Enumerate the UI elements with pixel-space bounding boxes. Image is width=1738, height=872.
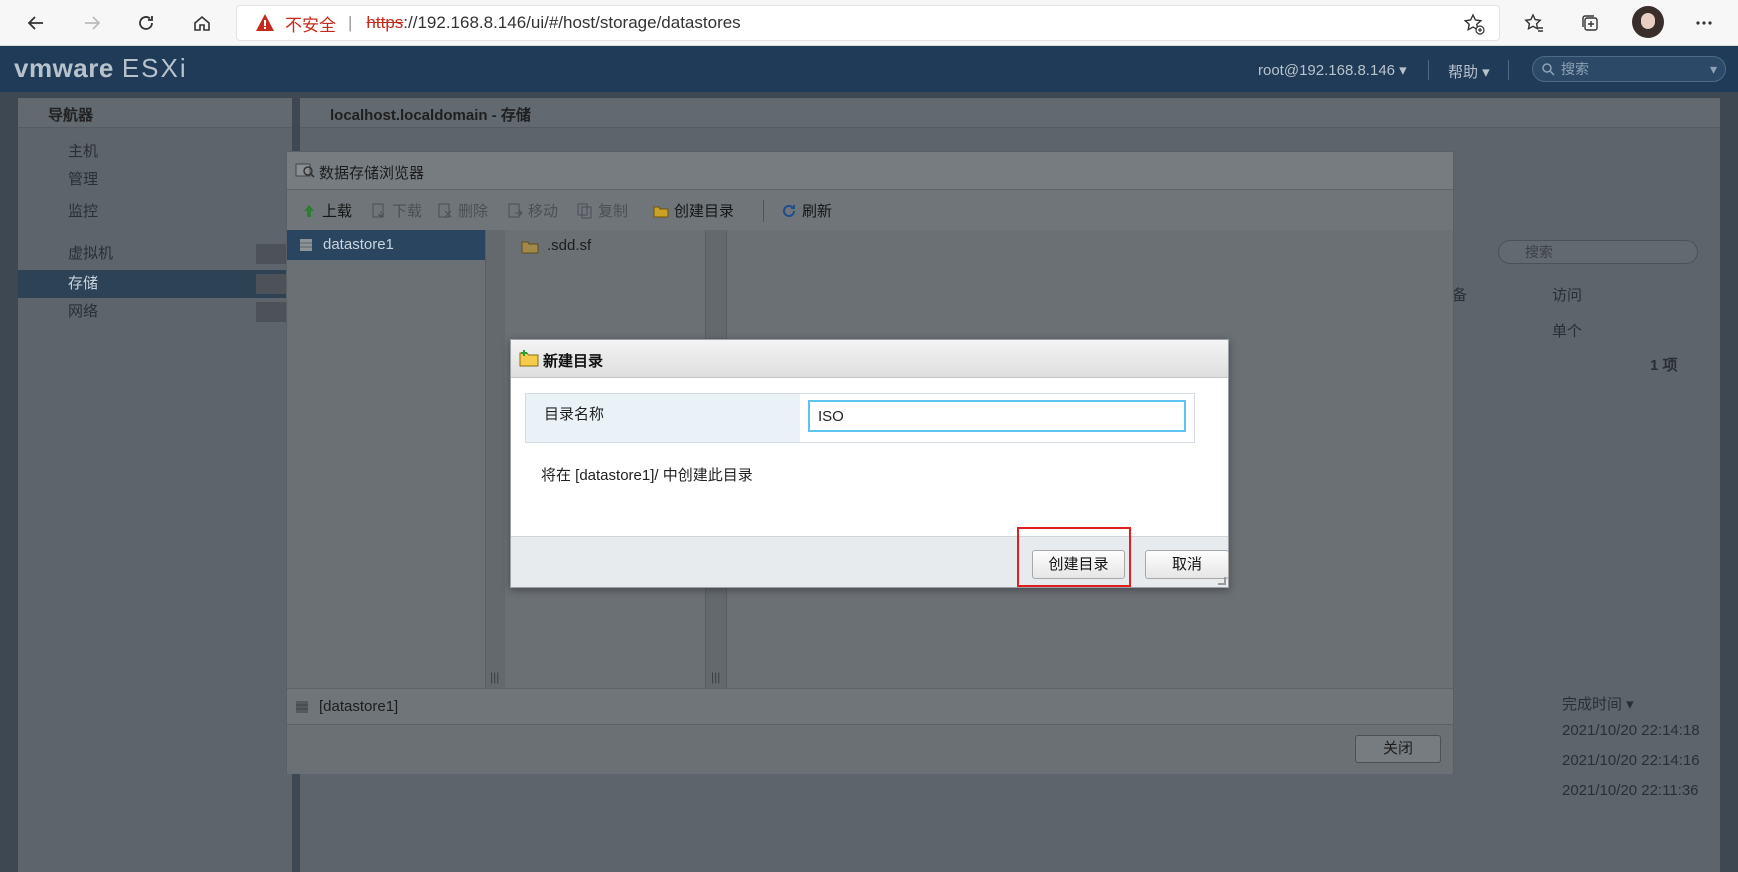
address-bar[interactable]: 不安全 | https ://192.168.8.146/ui/#/host/s… [236, 5, 1500, 41]
collections-icon[interactable] [1574, 7, 1606, 39]
highlight-annotation [1017, 527, 1131, 587]
new-directory-dialog: 新建目录 目录名称 将在 [datastore1]/ 中创建此目录 创建目录 取… [510, 339, 1229, 588]
profile-avatar[interactable] [1632, 6, 1664, 38]
nav-item-monitor[interactable]: 监控 [18, 198, 292, 226]
vmware-logo: vmware ESXi [14, 53, 188, 83]
back-icon[interactable] [20, 7, 52, 39]
copy-icon [577, 203, 593, 219]
delete-icon [437, 203, 453, 219]
insecure-label: 不安全 [285, 15, 336, 35]
search-placeholder: 搜索 [1561, 61, 1589, 77]
help-menu[interactable]: 帮助 ▾ [1448, 61, 1490, 82]
task-time: 2021/10/20 22:14:16 [1562, 752, 1700, 769]
esxi-header: vmware ESXi root@192.168.8.146 ▾ 帮助 ▾ 搜索 … [0, 46, 1738, 92]
download-button: 下载 [371, 200, 422, 221]
copy-button: 复制 [577, 200, 628, 221]
delete-button: 删除 [437, 200, 488, 221]
esxi-search-input[interactable]: 搜索 ▾ [1532, 56, 1726, 82]
refresh-button[interactable]: 刷新 [781, 200, 832, 221]
move-button: 移动 [507, 200, 558, 221]
refresh-icon[interactable] [130, 7, 162, 39]
current-path: [datastore1] [319, 698, 399, 715]
datastore-item[interactable]: datastore1 [287, 230, 485, 260]
datastore-list: datastore1 [287, 230, 485, 688]
refresh-icon [781, 203, 797, 219]
main-title: localhost.localdomain - 存储 [330, 107, 531, 124]
new-folder-icon [519, 350, 539, 367]
url-text: ://192.168.8.146/ui/#/host/storage/datas… [403, 13, 741, 32]
dialog-titlebar: 新建目录 [511, 340, 1228, 378]
ds-browser-toolbar: 上载 下载 删除 移动 复制 创建目录 刷新 [287, 190, 1453, 230]
folder-item[interactable]: .sdd.sf [547, 237, 591, 254]
add-favorite-icon[interactable] [1463, 13, 1485, 35]
item-count: 1 项 [1650, 357, 1678, 374]
field-label-cell: 目录名称 [526, 394, 800, 442]
col-header-access[interactable]: 访问 [1552, 284, 1582, 305]
close-button[interactable]: 关闭 [1355, 735, 1441, 763]
upload-button[interactable]: 上载 [301, 200, 352, 221]
dialog-title: 新建目录 [543, 353, 604, 370]
cancel-button[interactable]: 取消 [1145, 550, 1229, 579]
col-header-device[interactable]: 备 [1452, 284, 1467, 305]
storage-search-input[interactable]: 搜索 [1498, 240, 1698, 264]
task-time: 2021/10/20 22:14:18 [1562, 722, 1700, 739]
dialog-note: 将在 [datastore1]/ 中创建此目录 [541, 467, 753, 484]
url-protocol: https [366, 13, 404, 32]
ds-browser-title: 数据存储浏览器 [319, 165, 425, 182]
header-divider [1508, 60, 1509, 80]
navigator-panel: 导航器 主机 管理 监控 虚拟机 存储 网络 [18, 98, 292, 872]
nav-item-host[interactable]: 主机 [18, 138, 292, 166]
toolbar-divider [763, 200, 764, 222]
folder-add-icon [653, 203, 669, 219]
create-directory-toolbar-button[interactable]: 创建目录 [653, 200, 734, 221]
resize-handle-icon[interactable]: ||| [711, 670, 720, 684]
datastore-browser-icon [295, 163, 315, 178]
resize-handle-icon[interactable]: ||| [490, 670, 499, 684]
browser-toolbar: 不安全 | https ://192.168.8.146/ui/#/host/s… [0, 0, 1738, 46]
home-icon[interactable] [186, 7, 218, 39]
warning-icon [256, 14, 274, 31]
address-separator: | [348, 13, 353, 32]
ds-browser-footer: 关闭 [287, 724, 1453, 774]
cell-access: 单个 [1552, 323, 1583, 340]
chevron-down-icon: ▾ [1709, 61, 1717, 77]
nav-item-manage[interactable]: 管理 [18, 166, 292, 194]
directory-name-row: 目录名称 [525, 393, 1195, 443]
upload-icon [301, 203, 317, 219]
nav-item-network[interactable]: 网络 [18, 298, 292, 326]
download-icon [371, 203, 387, 219]
navigator-title: 导航器 [48, 107, 94, 124]
user-menu[interactable]: root@192.168.8.146 ▾ [1258, 61, 1407, 79]
search-icon [1542, 63, 1555, 76]
path-bar: [datastore1] [287, 688, 1453, 724]
nav-item-vms[interactable]: 虚拟机 [18, 240, 292, 268]
datastore-icon [296, 701, 308, 713]
favorites-icon[interactable] [1518, 7, 1550, 39]
directory-name-input[interactable] [808, 400, 1186, 432]
directory-name-label: 目录名称 [544, 406, 605, 423]
col-header-completed[interactable]: 完成时间 ▾ [1562, 693, 1634, 714]
nav-item-storage[interactable]: 存储 [18, 270, 292, 298]
datastore-icon [300, 239, 312, 251]
move-icon [507, 203, 523, 219]
more-menu-icon[interactable] [1688, 7, 1720, 39]
task-time: 2021/10/20 22:11:36 [1562, 782, 1699, 799]
column-splitter[interactable]: ||| [485, 230, 505, 688]
resize-grip-icon[interactable] [1218, 577, 1226, 585]
ds-browser-titlebar: 数据存储浏览器 [287, 152, 1453, 190]
forward-icon [76, 7, 108, 39]
folder-icon [521, 241, 539, 254]
header-divider [1428, 60, 1429, 80]
